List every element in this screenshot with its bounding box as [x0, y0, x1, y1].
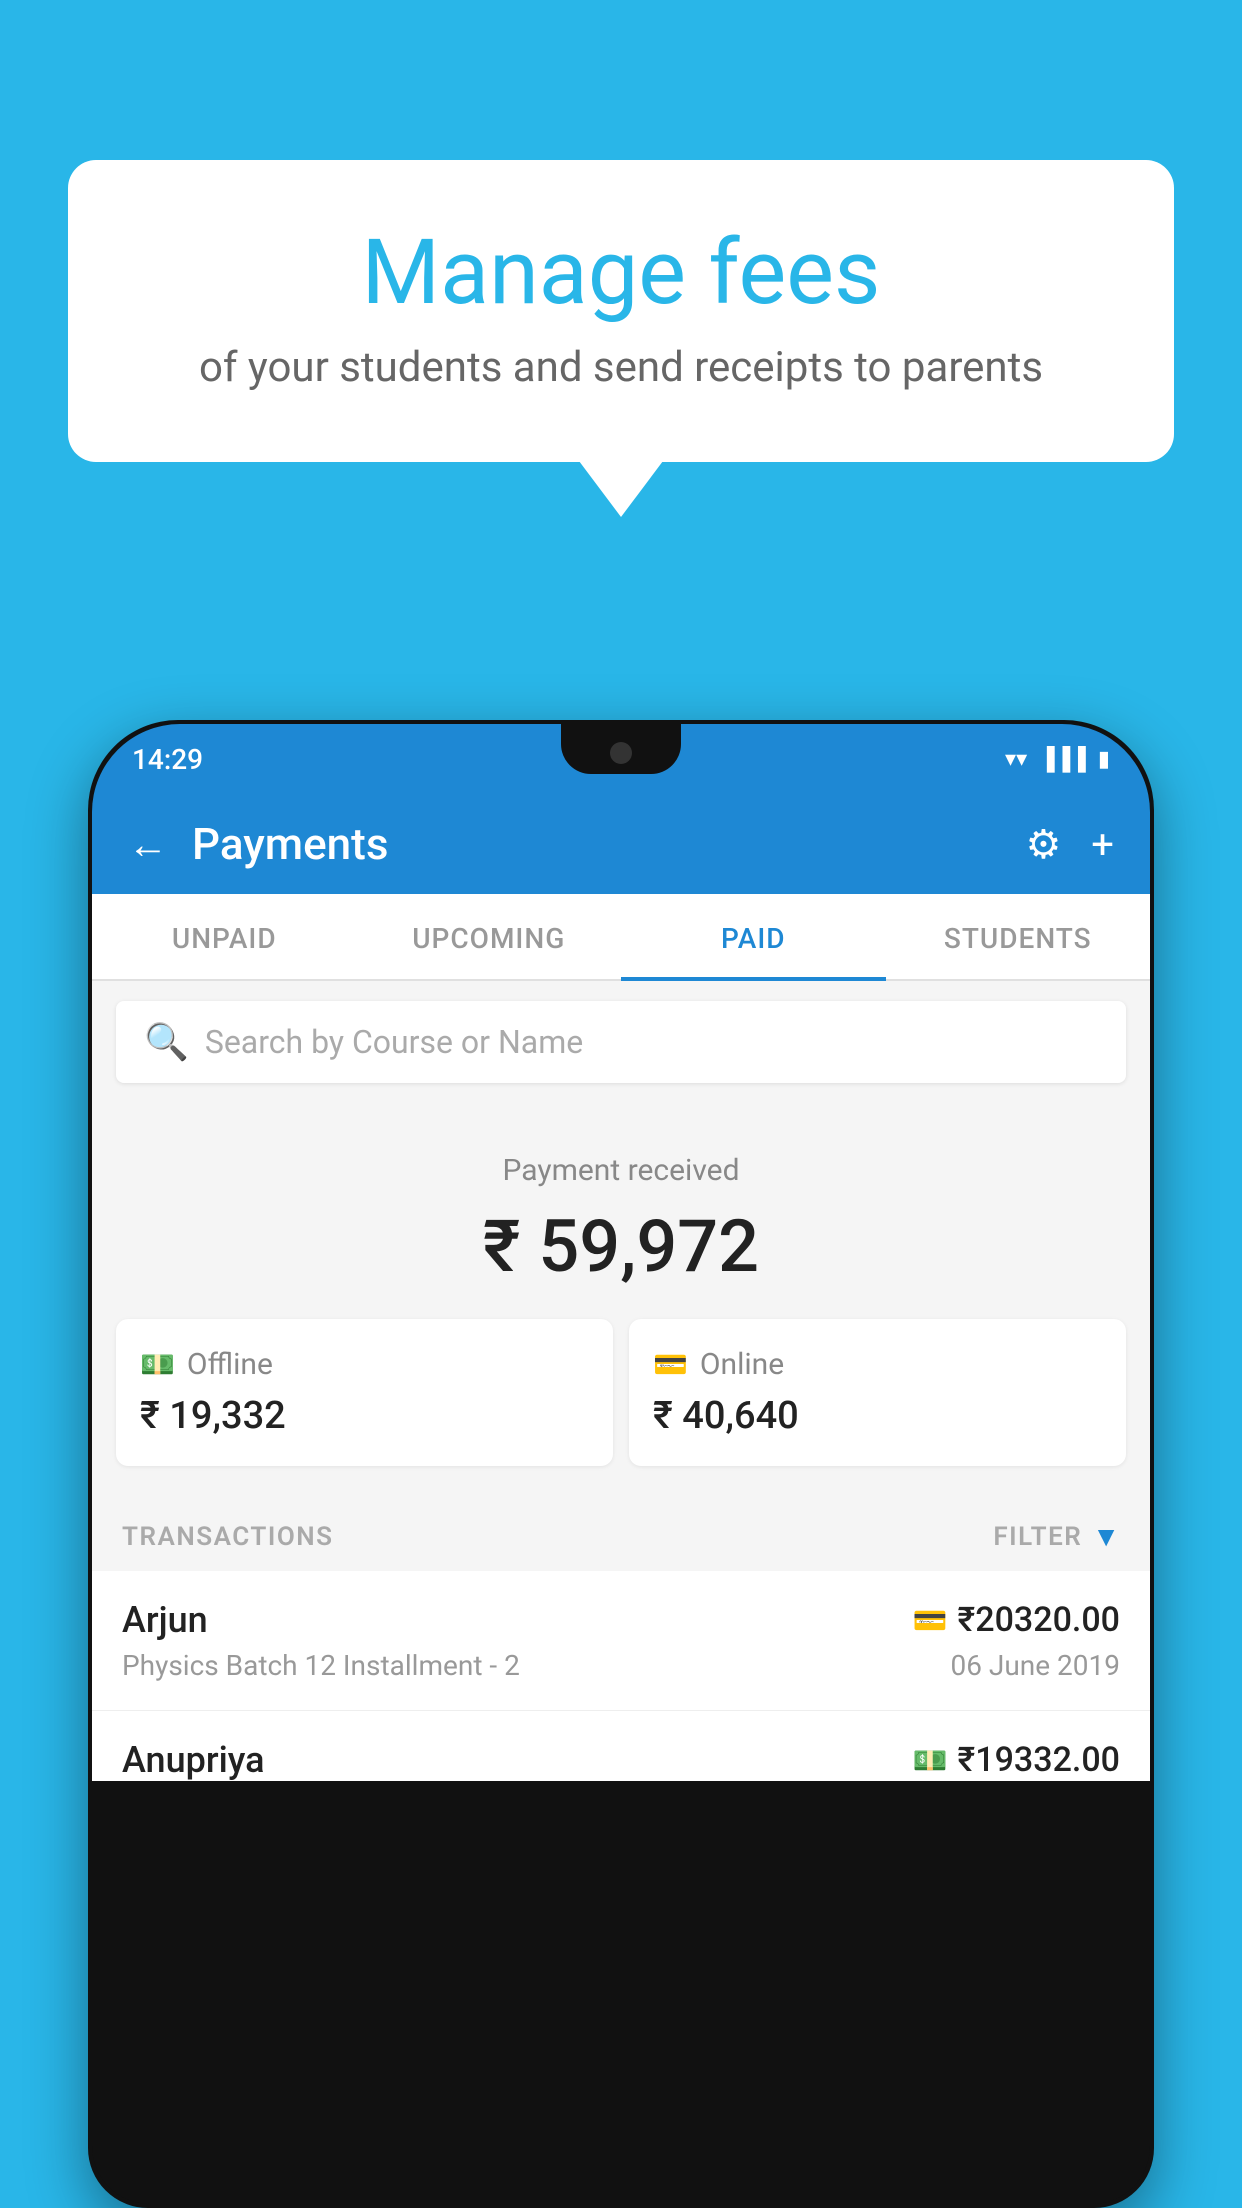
tabs: UNPAID UPCOMING PAID STUDENTS: [92, 894, 1150, 981]
wifi-icon: ▾▾: [1005, 747, 1027, 772]
transaction-detail-arjun: Physics Batch 12 Installment - 2: [122, 1649, 520, 1682]
offline-payment-card: 💵 Offline ₹ 19,332: [116, 1319, 613, 1466]
card-icon: 💳: [653, 1348, 688, 1381]
transaction-row1: Arjun 💳 ₹20320.00: [122, 1599, 1120, 1641]
card-payment-icon: 💳: [913, 1604, 948, 1637]
search-box[interactable]: 🔍 Search by Course or Name: [116, 1001, 1126, 1083]
tab-paid[interactable]: PAID: [621, 894, 886, 979]
back-button[interactable]: ←: [128, 821, 168, 868]
transaction-name-anupriya: Anupriya: [122, 1739, 265, 1781]
tab-students[interactable]: STUDENTS: [886, 894, 1151, 979]
settings-icon[interactable]: ⚙: [1025, 821, 1061, 868]
payment-summary: Payment received ₹ 59,972 💵 Offline ₹ 19…: [92, 1103, 1150, 1496]
online-amount: ₹ 40,640: [653, 1394, 799, 1438]
phone-frame: 14:29 ▾▾ ▐▐▐ ▮ ← Payments ⚙ + UNPAID UPC…: [88, 720, 1154, 2208]
offline-label: Offline: [187, 1347, 273, 1382]
online-card-row: 💳 Online: [653, 1347, 784, 1382]
add-icon[interactable]: +: [1091, 821, 1114, 868]
filter-label: FILTER: [993, 1522, 1082, 1552]
offline-amount: ₹ 19,332: [140, 1394, 286, 1438]
transaction-date-arjun: 06 June 2019: [950, 1649, 1120, 1682]
status-time: 14:29: [132, 743, 203, 776]
transaction-amount-row: 💳 ₹20320.00: [913, 1600, 1120, 1640]
transaction-row1-anupriya: Anupriya 💵 ₹19332.00: [122, 1739, 1120, 1781]
notch: [561, 724, 681, 774]
cash-payment-icon: 💵: [913, 1744, 948, 1777]
transactions-label: TRANSACTIONS: [122, 1522, 334, 1552]
transaction-item-anupriya[interactable]: Anupriya 💵 ₹19332.00: [92, 1711, 1150, 1781]
search-icon: 🔍: [144, 1021, 189, 1063]
transaction-amount-anupriya: ₹19332.00: [958, 1740, 1120, 1780]
cash-icon: 💵: [140, 1348, 175, 1381]
signal-icon: ▐▐▐: [1039, 746, 1086, 772]
headline: Manage fees: [148, 220, 1094, 325]
search-container: 🔍 Search by Course or Name: [92, 981, 1150, 1103]
tab-unpaid[interactable]: UNPAID: [92, 894, 357, 979]
status-bar: 14:29 ▾▾ ▐▐▐ ▮: [92, 724, 1150, 794]
payment-received-label: Payment received: [116, 1153, 1126, 1188]
app-bar: ← Payments ⚙ +: [92, 794, 1150, 894]
offline-card-row: 💵 Offline: [140, 1347, 273, 1382]
phone-inner: 14:29 ▾▾ ▐▐▐ ▮ ← Payments ⚙ + UNPAID UPC…: [92, 724, 1150, 2204]
battery-icon: ▮: [1098, 747, 1110, 772]
payment-breakdown: 💵 Offline ₹ 19,332 💳 Online ₹ 40,640: [116, 1319, 1126, 1466]
status-icons: ▾▾ ▐▐▐ ▮: [1005, 746, 1110, 772]
transaction-name-arjun: Arjun: [122, 1599, 208, 1641]
app-bar-title: Payments: [192, 818, 1001, 870]
tab-upcoming[interactable]: UPCOMING: [357, 894, 622, 979]
speech-bubble: Manage fees of your students and send re…: [68, 160, 1174, 462]
transaction-amount-arjun: ₹20320.00: [958, 1600, 1120, 1640]
transaction-row2: Physics Batch 12 Installment - 2 06 June…: [122, 1649, 1120, 1682]
search-input[interactable]: Search by Course or Name: [205, 1023, 583, 1061]
online-label: Online: [700, 1347, 784, 1382]
transaction-amount-row-anupriya: 💵 ₹19332.00: [913, 1740, 1120, 1780]
online-payment-card: 💳 Online ₹ 40,640: [629, 1319, 1126, 1466]
camera: [610, 742, 632, 764]
subtext: of your students and send receipts to pa…: [148, 343, 1094, 392]
filter-container[interactable]: FILTER ▼: [993, 1520, 1120, 1553]
transactions-header: TRANSACTIONS FILTER ▼: [92, 1496, 1150, 1571]
app-bar-actions: ⚙ +: [1025, 821, 1114, 868]
speech-bubble-container: Manage fees of your students and send re…: [68, 160, 1174, 462]
filter-icon: ▼: [1092, 1520, 1120, 1553]
transaction-item-arjun[interactable]: Arjun 💳 ₹20320.00 Physics Batch 12 Insta…: [92, 1571, 1150, 1711]
payment-total-amount: ₹ 59,972: [116, 1204, 1126, 1289]
